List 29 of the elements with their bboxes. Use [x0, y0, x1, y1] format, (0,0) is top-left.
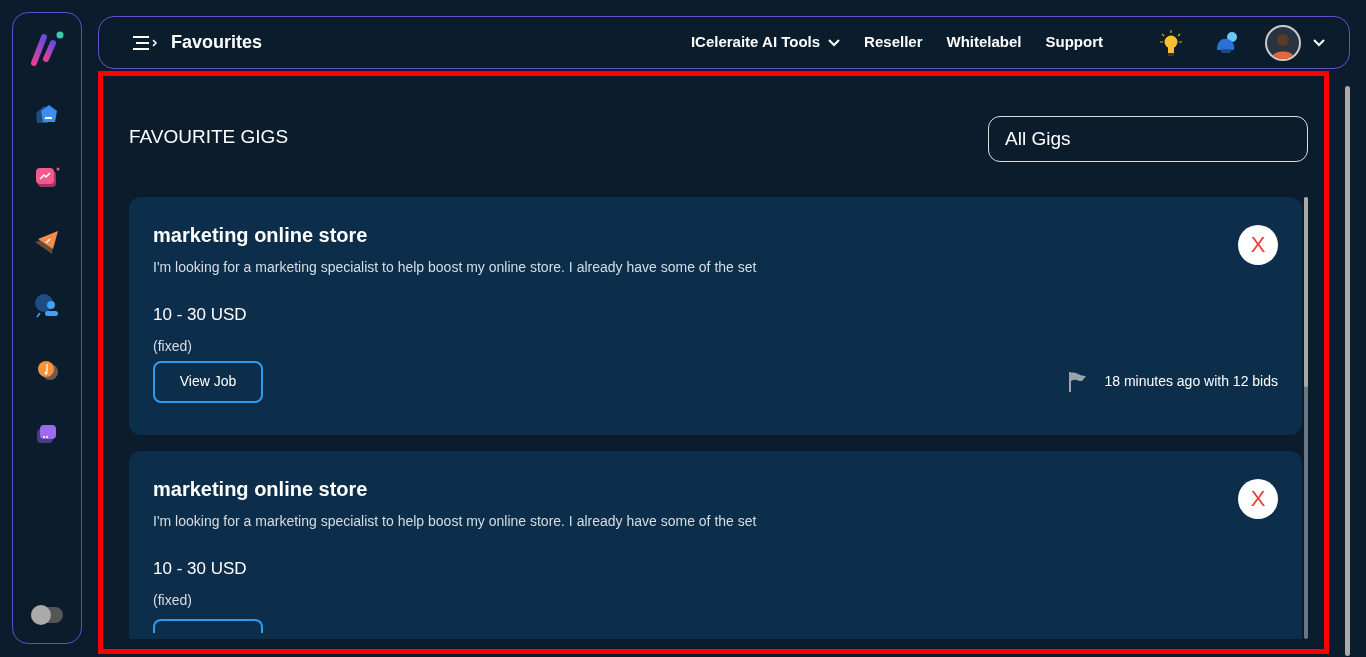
menu-icon[interactable]: [131, 34, 159, 51]
remove-button[interactable]: X: [1238, 225, 1278, 265]
chevron-down-icon: [828, 38, 841, 47]
gig-meta: 18 minutes ago with 12 bids: [1104, 372, 1278, 391]
gig-budget: 10 - 30 USD: [153, 304, 248, 326]
chevron-down-icon[interactable]: [1313, 38, 1325, 47]
gig-type: (fixed): [153, 590, 193, 610]
page-scrollbar[interactable]: [1345, 86, 1350, 656]
view-job-button[interactable]: [153, 618, 263, 633]
lightbulb-icon[interactable]: [1159, 28, 1183, 57]
gig-budget: 10 - 30 USD: [153, 558, 248, 580]
nav-link[interactable]: Support: [1045, 31, 1103, 54]
page-title: Favourites: [171, 31, 263, 54]
gig-description: I'm looking for a marketing specialist to help boost my online store. I already have some of the set: [153, 512, 757, 531]
theme-toggle[interactable]: [31, 607, 63, 623]
gig-type: (fixed): [153, 336, 193, 356]
section-title: FAVOURITE GIGS: [129, 125, 289, 149]
gig-title: marketing online store: [153, 223, 369, 248]
nav-link[interactable]: Whitelabel: [946, 31, 1022, 54]
gig-description: I'm looking for a marketing specialist to help boost my online store. I already have some of the set: [153, 258, 757, 277]
flag-icon: [1068, 370, 1089, 393]
nav-dropdown[interactable]: ICeleraite AI Tools: [690, 31, 841, 54]
nav-link[interactable]: Reseller: [864, 31, 923, 54]
remove-button[interactable]: X: [1238, 479, 1278, 519]
gig-title: marketing online store: [153, 477, 369, 502]
view-job-button[interactable]: View Job: [153, 360, 263, 403]
gig-filter-select[interactable]: All Gigs: [988, 116, 1308, 162]
user-avatar[interactable]: [1265, 24, 1301, 61]
scrollbar[interactable]: [1304, 197, 1308, 639]
